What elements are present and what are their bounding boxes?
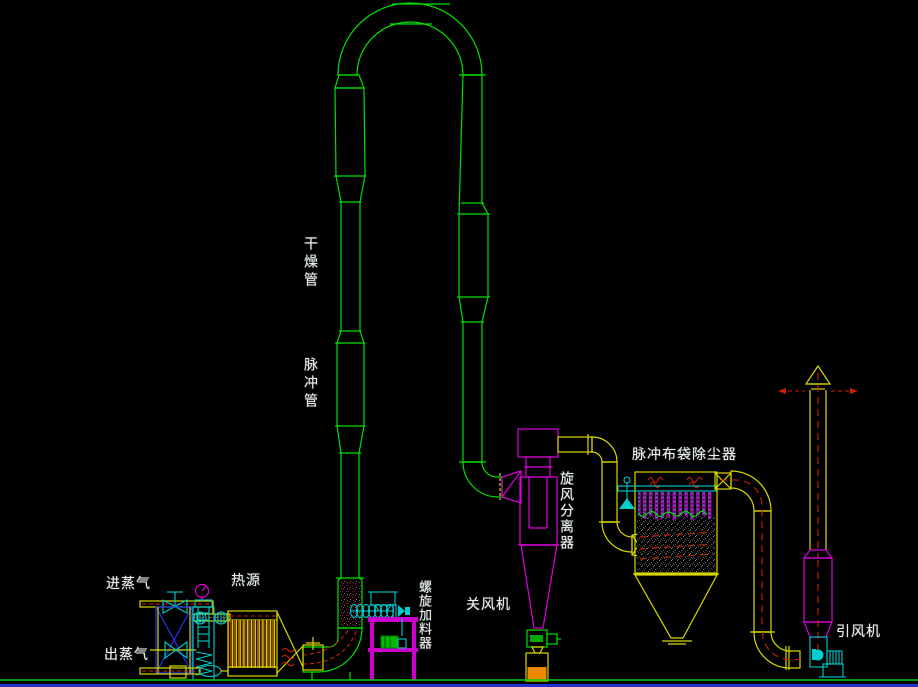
label-dry-pipe: 干燥管: [303, 236, 317, 290]
pulse-blow-valve: [619, 477, 635, 509]
label-heat-source: 热源: [231, 574, 261, 588]
steam-outlet-line[interactable]: [140, 666, 228, 677]
product-bin[interactable]: [526, 653, 548, 681]
drying-pipe-u-loop[interactable]: [303, 3, 502, 680]
label-cyclone: 旋风分离器: [559, 471, 573, 551]
feeder-motor[interactable]: [381, 618, 406, 648]
rotary-airlock-valve[interactable]: [527, 630, 561, 653]
heater-outlet-transition[interactable]: [277, 612, 323, 673]
fan-inlet-pipe[interactable]: [720, 471, 800, 670]
label-steam-out: 出蒸气: [104, 648, 149, 662]
label-pulse-pipe: 脉冲管: [303, 357, 317, 411]
steam-heater[interactable]: [228, 611, 277, 676]
label-steam-in: 进蒸气: [106, 577, 151, 591]
fan-silencer[interactable]: [804, 550, 832, 650]
label-bag-filter: 脉冲布袋除尘器: [632, 448, 737, 462]
induced-draft-fan[interactable]: [810, 637, 846, 677]
label-id-fan: 引风机: [836, 625, 881, 639]
cad-drawing-canvas[interactable]: 干燥管 脉冲管 旋风分离器 螺旋加料器 脉冲布袋除尘器 关风机 引风机 热源 进…: [0, 0, 918, 687]
bag-dust-collector[interactable]: [618, 472, 731, 644]
condensate-tank[interactable]: [150, 607, 196, 678]
label-rotary-airlock: 关风机: [466, 598, 511, 612]
label-screw-feeder: 螺旋加料器: [417, 580, 430, 650]
exhaust-stack[interactable]: [778, 366, 858, 557]
